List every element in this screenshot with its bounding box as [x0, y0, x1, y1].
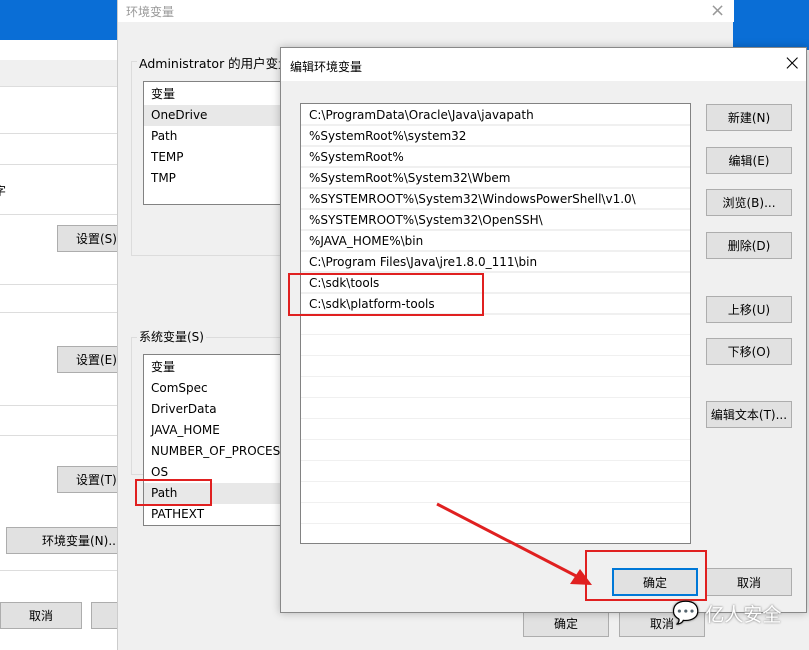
watermark-text: 亿人安全 — [705, 604, 782, 626]
watermark: 💬 亿人安全 — [672, 600, 781, 627]
wechat-icon: 💬 — [672, 601, 700, 626]
annotation-arrow — [436, 502, 592, 585]
